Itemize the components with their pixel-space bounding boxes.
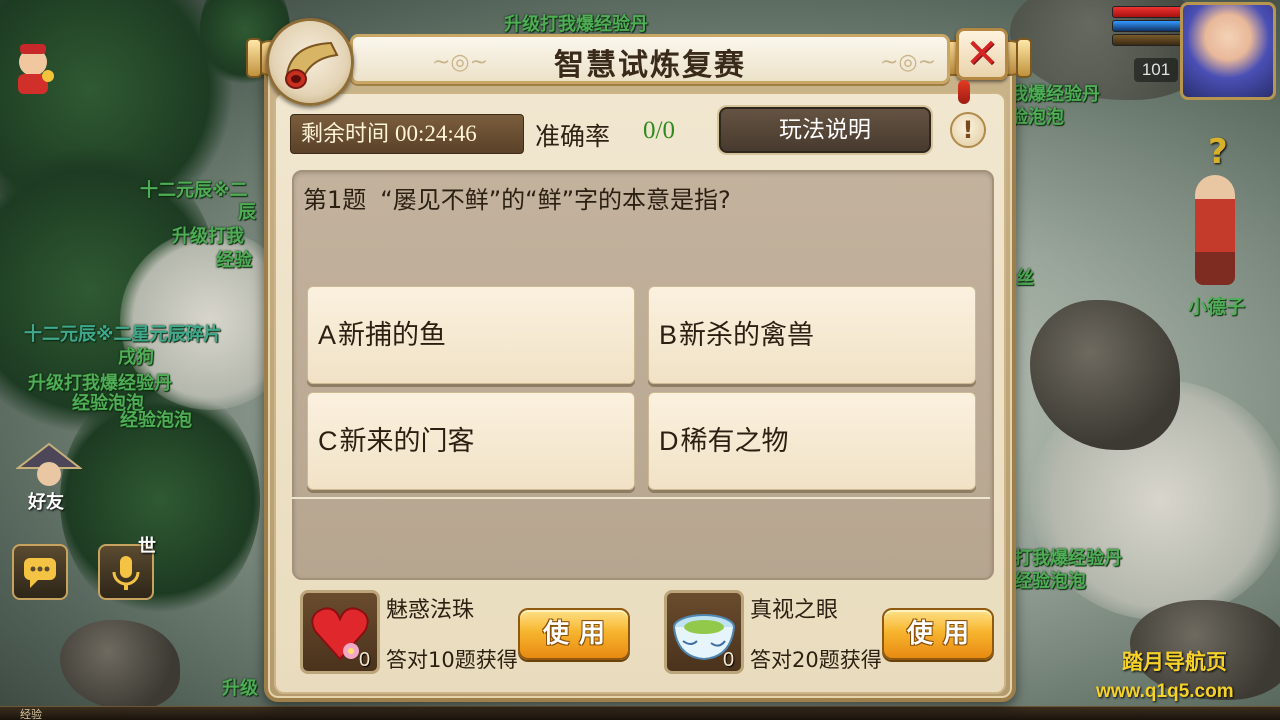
rock xyxy=(60,620,180,710)
answer-option-a[interactable]: A新捕的鱼 xyxy=(307,286,635,384)
use-button-eye[interactable]: 使用 xyxy=(882,608,994,660)
close-icon: ✕ xyxy=(965,31,999,77)
option-letter: C xyxy=(318,426,338,456)
chat-button[interactable] xyxy=(12,544,68,600)
rules-button[interactable]: 玩法说明 xyxy=(719,107,931,153)
item-count: 0 xyxy=(359,649,371,671)
floating-text: 经验 xyxy=(216,250,252,271)
item-requirement: 答对20题获得 xyxy=(750,648,882,672)
mp-bar xyxy=(1112,20,1184,32)
option-text: 稀有之物 xyxy=(680,426,789,457)
floating-text: 戌狗 xyxy=(118,347,154,368)
tassel-ornament xyxy=(958,80,970,104)
floating-text: 丝 xyxy=(1016,268,1034,289)
floating-text: 十二元辰※二 xyxy=(140,180,248,201)
floating-text: 升级 xyxy=(222,678,258,699)
hp-bar xyxy=(1112,6,1184,18)
option-text: 新来的门客 xyxy=(339,426,475,457)
accuracy-value: 0/0 xyxy=(643,117,675,144)
floating-text: 经验泡泡 xyxy=(1014,571,1086,592)
option-letter: A xyxy=(318,320,337,350)
use-button-charm[interactable]: 使用 xyxy=(518,608,630,660)
dialog-title: 智慧试炼复赛 xyxy=(554,48,746,83)
divider xyxy=(292,497,990,499)
item-name: 真视之眼 xyxy=(750,598,839,623)
question-body: “屡见不鲜”的“鲜”字的本意是指? xyxy=(380,186,731,214)
answer-option-c[interactable]: C新来的门客 xyxy=(307,392,635,490)
exp-bar xyxy=(1112,34,1184,46)
question-text: 第1题 “屡见不鲜”的“鲜”字的本意是指? xyxy=(303,180,983,215)
god-of-wealth-icon[interactable] xyxy=(8,40,58,98)
floating-text: 升级打我 xyxy=(172,226,244,247)
accuracy-label: 准确率 xyxy=(535,122,611,151)
option-text: 新杀的禽兽 xyxy=(679,320,815,351)
remaining-time-box: 剩余时间 00:24:46 xyxy=(290,114,524,154)
world-channel-label[interactable]: 世 xyxy=(138,532,156,558)
horn-icon xyxy=(285,41,339,89)
watermark-title: 踏月导航页 xyxy=(1122,650,1227,674)
question-number: 第1题 xyxy=(303,186,367,214)
answer-option-d[interactable]: D稀有之物 xyxy=(648,392,976,490)
player-level: 101 xyxy=(1134,58,1178,82)
item-requirement: 答对10题获得 xyxy=(386,648,518,672)
horn-badge xyxy=(266,18,354,106)
answer-option-b[interactable]: B新杀的禽兽 xyxy=(648,286,976,384)
watermark-url: www.q1q5.com xyxy=(1096,681,1234,702)
time-label: 剩余时间 xyxy=(301,122,390,147)
info-icon[interactable]: ! xyxy=(950,112,986,148)
friends-label[interactable]: 好友 xyxy=(28,488,64,514)
chat-bubble-icon xyxy=(24,558,56,588)
npc-character[interactable] xyxy=(1195,175,1235,285)
option-letter: B xyxy=(659,320,678,350)
option-text: 新捕的鱼 xyxy=(338,320,447,351)
exp-strip-label: 经验 xyxy=(20,708,42,720)
floating-text: 升级打我爆经验丹 xyxy=(504,14,648,35)
scroll-cap-left xyxy=(246,38,262,78)
option-letter: D xyxy=(659,426,679,456)
quest-mark-icon: ? xyxy=(1208,132,1228,172)
floating-text: 经验泡泡 xyxy=(120,410,192,431)
item-name: 魅惑法珠 xyxy=(386,598,475,623)
item-count: 0 xyxy=(723,649,735,671)
exp-strip xyxy=(0,706,1280,720)
rock xyxy=(1030,300,1180,450)
floating-text: 辰 xyxy=(238,202,256,223)
floating-text: 验泡泡 xyxy=(1010,107,1064,128)
npc-name: 小德子 xyxy=(1188,296,1246,318)
friends-icon[interactable] xyxy=(16,442,82,492)
scroll-cap-right xyxy=(1016,38,1032,78)
close-button[interactable]: ✕ xyxy=(956,28,1008,80)
time-value: 00:24:46 xyxy=(395,121,477,146)
player-avatar[interactable] xyxy=(1180,2,1276,100)
